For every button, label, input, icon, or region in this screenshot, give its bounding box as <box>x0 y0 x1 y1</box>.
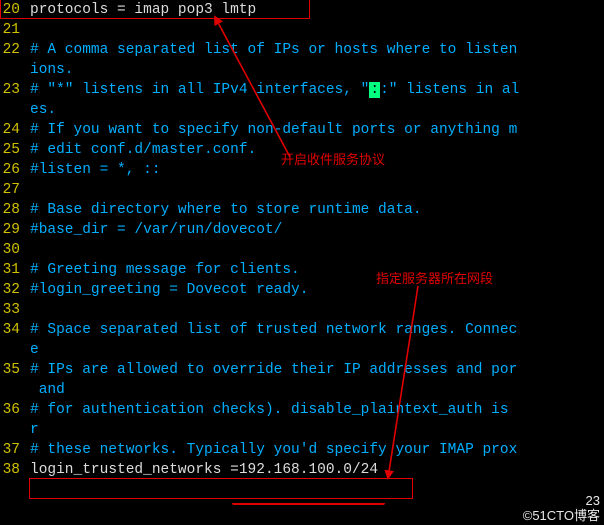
code-text: # edit conf.d/master.conf. <box>30 140 604 160</box>
code-line: ions. <box>0 60 604 80</box>
line-number: 25 <box>0 140 30 160</box>
code-line: 32#login_greeting = Dovecot ready. <box>0 280 604 300</box>
underline-ip-range <box>232 497 385 505</box>
line-number <box>0 420 30 440</box>
line-number: 36 <box>0 400 30 420</box>
code-line: and <box>0 380 604 400</box>
line-number: 23 <box>0 80 30 100</box>
code-line: e <box>0 340 604 360</box>
line-number <box>0 380 30 400</box>
line-number <box>0 100 30 120</box>
code-text: ions. <box>30 60 604 80</box>
code-line: 28# Base directory where to store runtim… <box>0 200 604 220</box>
line-number: 34 <box>0 320 30 340</box>
code-text: # "*" listens in all IPv4 interfaces, ":… <box>30 80 604 100</box>
code-line: 21 <box>0 20 604 40</box>
code-text: login_trusted_networks =192.168.100.0/24 <box>30 460 604 480</box>
line-number: 35 <box>0 360 30 380</box>
code-text: # If you want to specify non-default por… <box>30 120 604 140</box>
code-text: #base_dir = /var/run/dovecot/ <box>30 220 604 240</box>
code-text: # for authentication checks). disable_pl… <box>30 400 604 420</box>
code-text <box>30 300 604 320</box>
line-number <box>0 60 30 80</box>
code-line: 24# If you want to specify non-default p… <box>0 120 604 140</box>
code-text: es. <box>30 100 604 120</box>
line-number: 21 <box>0 20 30 40</box>
code-text <box>30 240 604 260</box>
line-number: 20 <box>0 0 30 20</box>
code-line: 38login_trusted_networks =192.168.100.0/… <box>0 460 604 480</box>
page-number: 23 <box>523 493 600 508</box>
code-text: protocols = imap pop3 lmtp <box>30 0 604 20</box>
line-number: 26 <box>0 160 30 180</box>
code-line: 22# A comma separated list of IPs or hos… <box>0 40 604 60</box>
code-line: 29#base_dir = /var/run/dovecot/ <box>0 220 604 240</box>
watermark: 23 ©51CTO博客 <box>523 493 600 523</box>
code-text <box>30 180 604 200</box>
code-line: 26#listen = *, :: <box>0 160 604 180</box>
line-number: 22 <box>0 40 30 60</box>
code-line: 20protocols = imap pop3 lmtp <box>0 0 604 20</box>
code-text: # Greeting message for clients. <box>30 260 604 280</box>
code-line: r <box>0 420 604 440</box>
code-text: # IPs are allowed to override their IP a… <box>30 360 604 380</box>
code-text: # these networks. Typically you'd specif… <box>30 440 604 460</box>
line-number: 32 <box>0 280 30 300</box>
code-line: 23# "*" listens in all IPv4 interfaces, … <box>0 80 604 100</box>
line-number: 27 <box>0 180 30 200</box>
line-number: 38 <box>0 460 30 480</box>
code-text: #listen = *, :: <box>30 160 604 180</box>
line-number: 28 <box>0 200 30 220</box>
code-text: # Space separated list of trusted networ… <box>30 320 604 340</box>
highlight-box-login-trusted <box>29 478 413 499</box>
code-text: # Base directory where to store runtime … <box>30 200 604 220</box>
code-line: 31# Greeting message for clients. <box>0 260 604 280</box>
code-text <box>30 20 604 40</box>
code-text: e <box>30 340 604 360</box>
code-editor: 20protocols = imap pop3 lmtp2122# A comm… <box>0 0 604 480</box>
code-line: es. <box>0 100 604 120</box>
code-line: 36# for authentication checks). disable_… <box>0 400 604 420</box>
code-line: 30 <box>0 240 604 260</box>
code-text: r <box>30 420 604 440</box>
code-text: # A comma separated list of IPs or hosts… <box>30 40 604 60</box>
line-number: 29 <box>0 220 30 240</box>
line-number: 24 <box>0 120 30 140</box>
line-number: 30 <box>0 240 30 260</box>
site-credit: ©51CTO博客 <box>523 508 600 523</box>
code-text: and <box>30 380 604 400</box>
code-line: 34# Space separated list of trusted netw… <box>0 320 604 340</box>
code-line: 27 <box>0 180 604 200</box>
code-line: 33 <box>0 300 604 320</box>
code-line: 25# edit conf.d/master.conf. <box>0 140 604 160</box>
code-line: 35# IPs are allowed to override their IP… <box>0 360 604 380</box>
line-number: 37 <box>0 440 30 460</box>
code-text: #login_greeting = Dovecot ready. <box>30 280 604 300</box>
line-number: 33 <box>0 300 30 320</box>
code-line: 37# these networks. Typically you'd spec… <box>0 440 604 460</box>
line-number: 31 <box>0 260 30 280</box>
line-number <box>0 340 30 360</box>
